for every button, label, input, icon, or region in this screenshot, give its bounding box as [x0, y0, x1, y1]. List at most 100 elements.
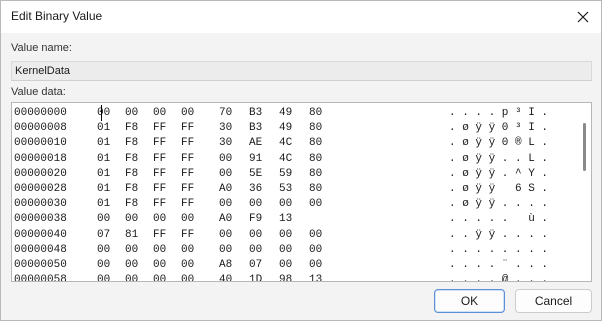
hex-row[interactable]: 00000028 01 F8 FF FF A0 36 53 80 . ø ÿ ÿ 6 S .	[12, 182, 577, 197]
hex-byte[interactable]: 70	[219, 106, 232, 121]
hex-byte[interactable]: 00	[219, 228, 232, 243]
hex-byte[interactable]: 00	[219, 152, 232, 167]
hex-byte[interactable]: 01	[97, 121, 110, 136]
hex-byte[interactable]: 4C	[279, 136, 292, 151]
hex-byte[interactable]: 01	[97, 167, 110, 182]
hex-byte[interactable]: FF	[153, 197, 166, 212]
hex-byte[interactable]: 13	[279, 212, 292, 227]
hex-byte[interactable]: 80	[309, 167, 322, 182]
hex-byte[interactable]: AE	[249, 136, 262, 151]
hex-row[interactable]: 00000020 01 F8 FF FF 00 5E 59 80 . ø ÿ ÿ . ^ Y .	[12, 167, 577, 182]
hex-byte[interactable]: 4C	[279, 152, 292, 167]
hex-byte[interactable]: 00	[153, 243, 166, 258]
hex-byte[interactable]: 00	[219, 197, 232, 212]
hex-byte[interactable]: 13	[309, 273, 322, 281]
hex-byte[interactable]: 49	[279, 121, 292, 136]
cancel-button[interactable]: Cancel	[515, 289, 592, 313]
hex-byte[interactable]: F9	[249, 212, 262, 227]
hex-byte[interactable]: 00	[279, 258, 292, 273]
hex-byte[interactable]: 00	[125, 106, 138, 121]
hex-byte[interactable]: 00	[125, 258, 138, 273]
hex-byte[interactable]: 00	[181, 243, 194, 258]
hex-byte[interactable]: A8	[219, 258, 232, 273]
hex-byte[interactable]: 01	[97, 197, 110, 212]
hex-byte[interactable]: 07	[249, 258, 262, 273]
hex-byte[interactable]: 00	[97, 258, 110, 273]
hex-byte[interactable]: B3	[249, 106, 262, 121]
hex-byte[interactable]: 00	[125, 212, 138, 227]
hex-byte[interactable]: 00	[97, 273, 110, 281]
hex-byte[interactable]: 00	[219, 167, 232, 182]
hex-byte[interactable]: 00	[97, 212, 110, 227]
hex-byte[interactable]: 00	[181, 258, 194, 273]
hex-byte[interactable]: FF	[153, 228, 166, 243]
hex-byte[interactable]: FF	[181, 182, 194, 197]
hex-byte[interactable]: 00	[279, 243, 292, 258]
hex-byte[interactable]: 1D	[249, 273, 262, 281]
hex-byte[interactable]: 01	[97, 182, 110, 197]
hex-byte[interactable]: 40	[219, 273, 232, 281]
close-button[interactable]	[571, 5, 595, 29]
hex-byte[interactable]: 98	[279, 273, 292, 281]
hex-byte[interactable]: 00	[125, 243, 138, 258]
hex-row[interactable]: 00000040 07 81 FF FF 00 00 00 00 . . ÿ ÿ . . . .	[12, 228, 577, 243]
hex-byte[interactable]: FF	[153, 167, 166, 182]
scrollbar-thumb[interactable]	[583, 123, 586, 171]
hex-byte[interactable]: FF	[153, 136, 166, 151]
hex-byte[interactable]: 00	[309, 243, 322, 258]
hex-byte[interactable]: F8	[125, 136, 138, 151]
hex-byte[interactable]: 00	[125, 273, 138, 281]
hex-row[interactable]: 00000008 01 F8 FF FF 30 B3 49 80 . ø ÿ ÿ 0 ³ I .	[12, 121, 577, 136]
hex-byte[interactable]: 80	[309, 136, 322, 151]
ok-button[interactable]: OK	[434, 289, 505, 313]
hex-byte[interactable]: 01	[97, 152, 110, 167]
hex-byte[interactable]: 00	[97, 106, 110, 121]
hex-byte[interactable]: 00	[309, 258, 322, 273]
hex-row[interactable]: 00000018 01 F8 FF FF 00 91 4C 80 . ø ÿ ÿ . . L .	[12, 152, 577, 167]
hex-byte[interactable]: 00	[279, 228, 292, 243]
hex-byte[interactable]: 00	[249, 243, 262, 258]
hex-byte[interactable]: FF	[181, 152, 194, 167]
hex-byte[interactable]: FF	[153, 121, 166, 136]
hex-byte[interactable]: 30	[219, 136, 232, 151]
hex-byte[interactable]: FF	[181, 228, 194, 243]
hex-byte[interactable]: A0	[219, 212, 232, 227]
hex-byte[interactable]: B3	[249, 121, 262, 136]
hex-byte[interactable]: FF	[181, 197, 194, 212]
hex-byte[interactable]: 00	[153, 106, 166, 121]
hex-byte[interactable]: 00	[219, 243, 232, 258]
hex-row[interactable]: 00000000 00 00 00 00 70 B3 49 80. . . . p ³ I .	[12, 106, 577, 121]
hex-row[interactable]: 00000030 01 F8 FF FF 00 00 00 00 . ø ÿ ÿ . . . .	[12, 197, 577, 212]
value-data-hex-editor[interactable]: 00000000 00 00 00 00 70 B3 49 80. . . . p ³ I .0…	[11, 102, 592, 282]
hex-byte[interactable]: F8	[125, 152, 138, 167]
hex-byte[interactable]: 80	[309, 152, 322, 167]
hex-byte[interactable]: 49	[279, 106, 292, 121]
value-name-field[interactable]: KernelData	[11, 61, 592, 81]
hex-row[interactable]: 00000058 00 00 00 00 40 1D 98 13 . . . . @ . . .	[12, 273, 577, 281]
hex-byte[interactable]: 00	[97, 243, 110, 258]
hex-row[interactable]: 00000038 00 00 00 00 A0 F9 13 . . . . . ù .	[12, 212, 577, 227]
hex-byte[interactable]: F8	[125, 197, 138, 212]
hex-byte[interactable]: 00	[309, 228, 322, 243]
hex-row[interactable]: 00000010 01 F8 FF FF 30 AE 4C 80 . ø ÿ ÿ 0 ® L .	[12, 136, 577, 151]
hex-byte[interactable]: 00	[181, 212, 194, 227]
hex-byte[interactable]: 53	[279, 182, 292, 197]
hex-byte[interactable]: 00	[153, 212, 166, 227]
hex-byte[interactable]: 00	[309, 197, 322, 212]
hex-byte[interactable]: 5E	[249, 167, 262, 182]
hex-byte[interactable]: FF	[181, 167, 194, 182]
hex-byte[interactable]: A0	[219, 182, 232, 197]
hex-byte[interactable]: F8	[125, 167, 138, 182]
hex-byte[interactable]: 07	[97, 228, 110, 243]
hex-byte[interactable]: 81	[125, 228, 138, 243]
hex-byte[interactable]: 91	[249, 152, 262, 167]
hex-row[interactable]: 00000050 00 00 00 00 A8 07 00 00 . . . . ¨ . . .	[12, 258, 577, 273]
hex-byte[interactable]: 00	[249, 197, 262, 212]
hex-byte[interactable]: FF	[153, 182, 166, 197]
hex-byte[interactable]: 00	[181, 273, 194, 281]
hex-byte[interactable]: 30	[219, 121, 232, 136]
hex-row[interactable]: 00000048 00 00 00 00 00 00 00 00 . . . . . . . .	[12, 243, 577, 258]
hex-byte[interactable]: 36	[249, 182, 262, 197]
hex-byte[interactable]: F8	[125, 182, 138, 197]
hex-byte[interactable]: 80	[309, 121, 322, 136]
